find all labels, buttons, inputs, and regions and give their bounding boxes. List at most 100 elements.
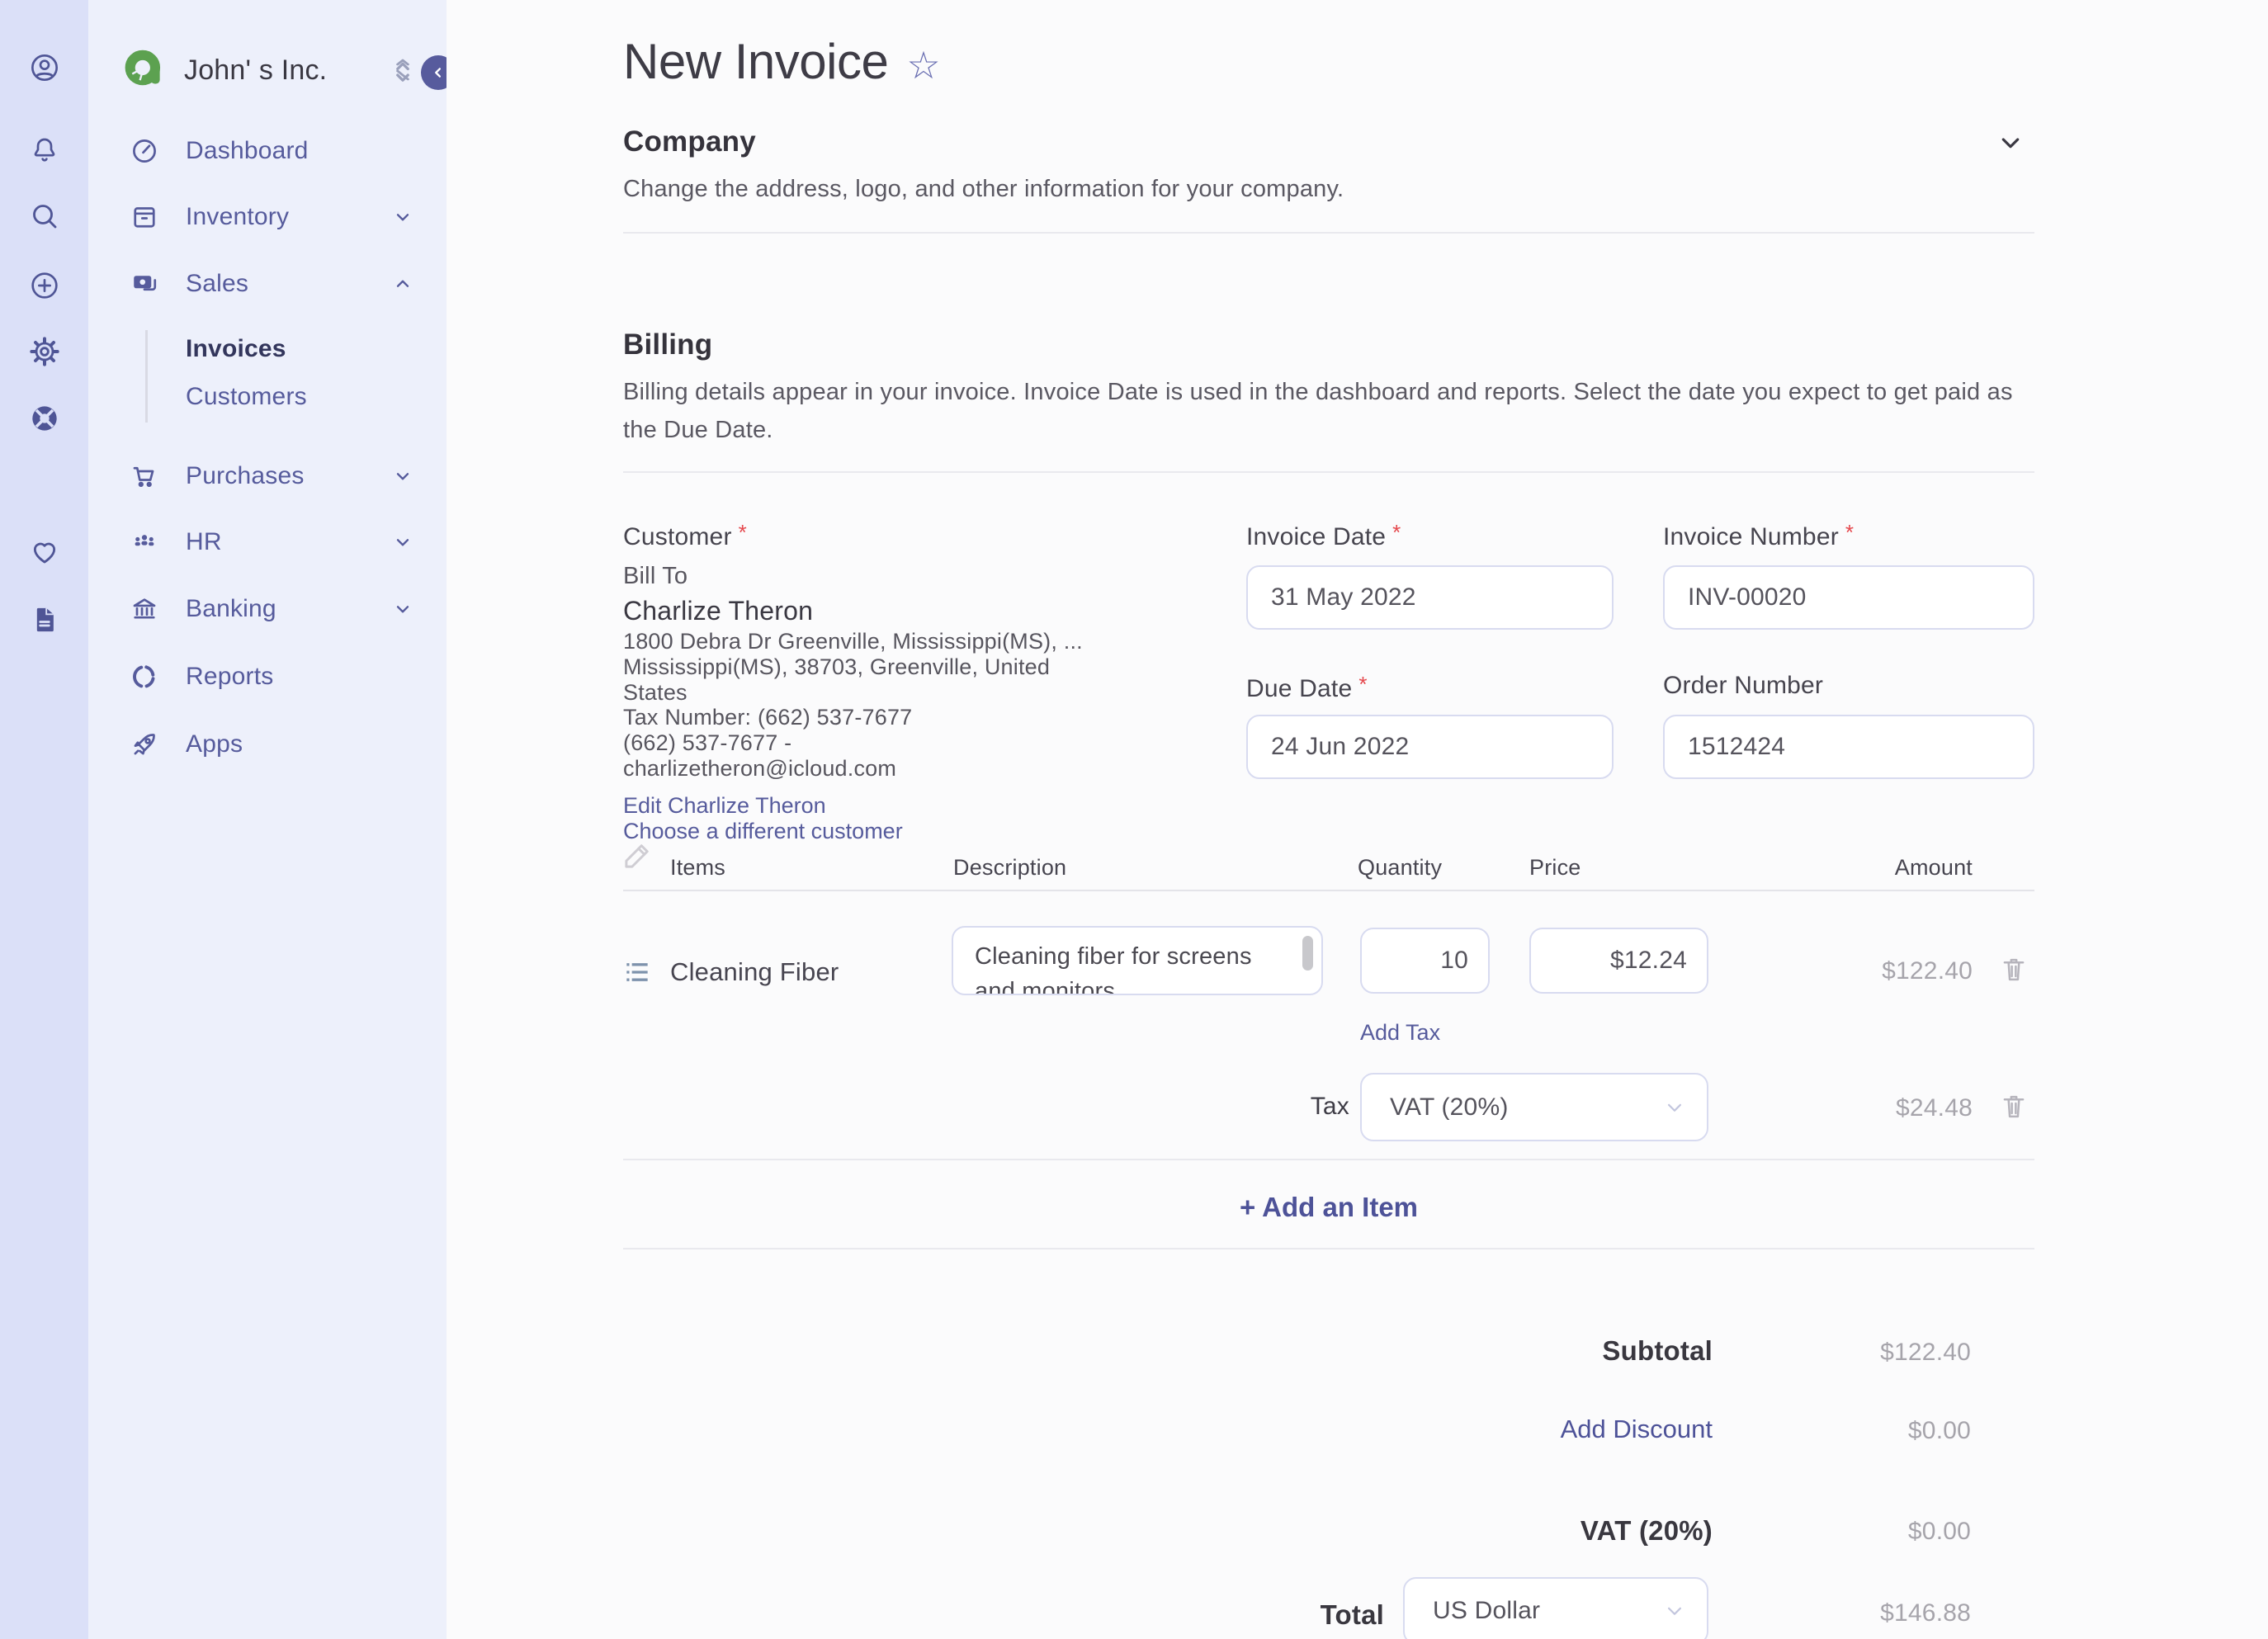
- sales-cash-icon: [134, 276, 157, 291]
- icon-rail: [0, 0, 88, 1639]
- sidebar-item-reports[interactable]: Reports: [88, 652, 447, 701]
- divider: [623, 890, 2034, 891]
- sidebar-item-label: Inventory: [186, 203, 290, 230]
- subtotal-label: Subtotal: [1602, 1335, 1713, 1366]
- dashboard-icon: [133, 139, 156, 163]
- tax-select[interactable]: VAT (20%): [1360, 1073, 1708, 1141]
- item-price-input[interactable]: [1531, 929, 1707, 992]
- divider: [623, 232, 2034, 234]
- add-item-button[interactable]: + Add an Item: [623, 1192, 2034, 1223]
- discount-value: $0.00: [1907, 1417, 1971, 1444]
- customer-tax-number: Tax Number: (662) 537-7677: [623, 705, 913, 730]
- edit-customer-link[interactable]: Edit Charlize Theron: [623, 793, 826, 819]
- required-asterisk: *: [738, 520, 747, 545]
- sidebar-item-apps[interactable]: Apps: [88, 720, 447, 769]
- customer-address-line2: Mississippi(MS), 38703, Greenville, Unit…: [623, 654, 1051, 679]
- sidebar-item-banking[interactable]: Banking: [88, 584, 447, 634]
- add-tax-link[interactable]: Add Tax: [1360, 1020, 1440, 1046]
- sidebar-item-sales[interactable]: Sales: [88, 259, 447, 309]
- sidebar-item-label: Banking: [186, 595, 276, 622]
- order-number-field[interactable]: [1663, 715, 2034, 779]
- shopping-cart-icon: [133, 466, 154, 488]
- settings-gear-icon[interactable]: [28, 335, 61, 368]
- order-number-label: Order Number: [1663, 672, 1824, 699]
- customer-name: Charlize Theron: [623, 596, 814, 626]
- invoice-number-input[interactable]: [1665, 567, 2033, 628]
- page-title: New Invoice: [623, 34, 889, 89]
- sidebar-item-label: Apps: [186, 730, 243, 758]
- currency-select[interactable]: US Dollar: [1403, 1577, 1708, 1639]
- choose-customer-link[interactable]: Choose a different customer: [623, 819, 903, 844]
- support-lifering-icon[interactable]: [28, 402, 61, 435]
- heart-icon[interactable]: [28, 536, 61, 569]
- item-description-field[interactable]: Cleaning fiber for screens and monitors: [952, 926, 1323, 995]
- tax-label: Tax: [1310, 1093, 1349, 1120]
- chevron-up-icon: [396, 280, 409, 287]
- due-date-field[interactable]: [1246, 715, 1614, 779]
- org-switcher-icon[interactable]: [390, 54, 415, 87]
- customer-label: Customer *: [623, 520, 747, 550]
- item-amount: $122.40: [1882, 957, 1973, 985]
- item-price-field[interactable]: [1529, 928, 1708, 994]
- tax-select-value: VAT (20%): [1390, 1093, 1509, 1121]
- sidebar-item-dashboard[interactable]: Dashboard: [88, 126, 447, 176]
- favorite-star-icon[interactable]: ☆: [906, 43, 940, 87]
- item-quantity-field[interactable]: [1360, 928, 1490, 994]
- sidebar-item-label: Reports: [186, 663, 274, 690]
- invoice-number-field[interactable]: [1663, 565, 2034, 630]
- invoice-number-label: Invoice Number *: [1663, 520, 1855, 550]
- company-collapse-chevron-icon[interactable]: [1995, 127, 2026, 161]
- column-header-description: Description: [953, 855, 1067, 880]
- sidebar-item-inventory[interactable]: Inventory: [88, 192, 447, 242]
- billing-section-description: Billing details appear in your invoice. …: [623, 379, 2013, 443]
- vat-label: VAT (20%): [1580, 1515, 1713, 1546]
- delete-item-trash-icon[interactable]: [1998, 954, 2029, 988]
- sidebar-item-label: Purchases: [186, 462, 305, 489]
- chevron-down-icon: [1668, 1103, 1681, 1112]
- item-quantity-input[interactable]: [1362, 929, 1488, 992]
- sidebar-item-label: HR: [186, 528, 222, 555]
- bell-icon[interactable]: [28, 134, 61, 167]
- tax-amount: $24.48: [1896, 1094, 1973, 1122]
- sidebar-item-hr[interactable]: HR: [88, 517, 447, 567]
- sidebar-item-purchases[interactable]: Purchases: [88, 451, 447, 501]
- divider: [623, 471, 2034, 473]
- company-section-description: Change the address, logo, and other info…: [623, 176, 1344, 202]
- bill-to-label: Bill To: [623, 563, 688, 589]
- sidebar-subitem-invoices[interactable]: Invoices: [186, 335, 417, 371]
- delete-tax-trash-icon[interactable]: [1998, 1091, 2029, 1125]
- rocket-icon: [134, 734, 155, 755]
- total-value: $146.88: [1880, 1599, 1971, 1627]
- customer-address-line3: States: [623, 680, 687, 705]
- invoice-date-input[interactable]: [1248, 567, 1612, 628]
- chevron-down-icon: [396, 214, 409, 221]
- invoice-date-label: Invoice Date *: [1246, 520, 1401, 550]
- due-date-label: Due Date *: [1246, 672, 1368, 702]
- column-header-amount: Amount: [1894, 855, 1973, 880]
- add-discount-link[interactable]: Add Discount: [1561, 1415, 1713, 1444]
- item-name: Cleaning Fiber: [670, 957, 839, 986]
- invoice-date-field[interactable]: [1246, 565, 1614, 630]
- document-icon[interactable]: [28, 603, 61, 636]
- order-number-input[interactable]: [1665, 716, 2033, 777]
- required-asterisk: *: [1392, 520, 1401, 545]
- item-drag-list-icon[interactable]: [621, 956, 653, 988]
- due-date-input[interactable]: [1248, 716, 1612, 777]
- chevron-down-icon: [396, 606, 409, 613]
- vat-value: $0.00: [1907, 1518, 1971, 1545]
- sidebar-subitem-customers[interactable]: Customers: [186, 383, 417, 419]
- total-label: Total: [1320, 1599, 1384, 1630]
- sidebar-item-label: Dashboard: [186, 137, 309, 164]
- edit-pencil-icon: [625, 844, 649, 868]
- search-icon[interactable]: [28, 200, 61, 233]
- pie-chart-icon: [133, 665, 155, 688]
- account-icon[interactable]: [28, 51, 61, 84]
- column-header-items: Items: [670, 855, 726, 880]
- plus-circle-icon[interactable]: [28, 269, 61, 302]
- item-description-text[interactable]: Cleaning fiber for screens and monitors: [975, 939, 1290, 994]
- company-name: John' s Inc.: [184, 54, 328, 86]
- divider: [623, 1159, 2034, 1160]
- divider: [623, 1248, 2034, 1249]
- description-scrollbar[interactable]: [1302, 936, 1313, 971]
- required-asterisk: *: [1845, 520, 1855, 545]
